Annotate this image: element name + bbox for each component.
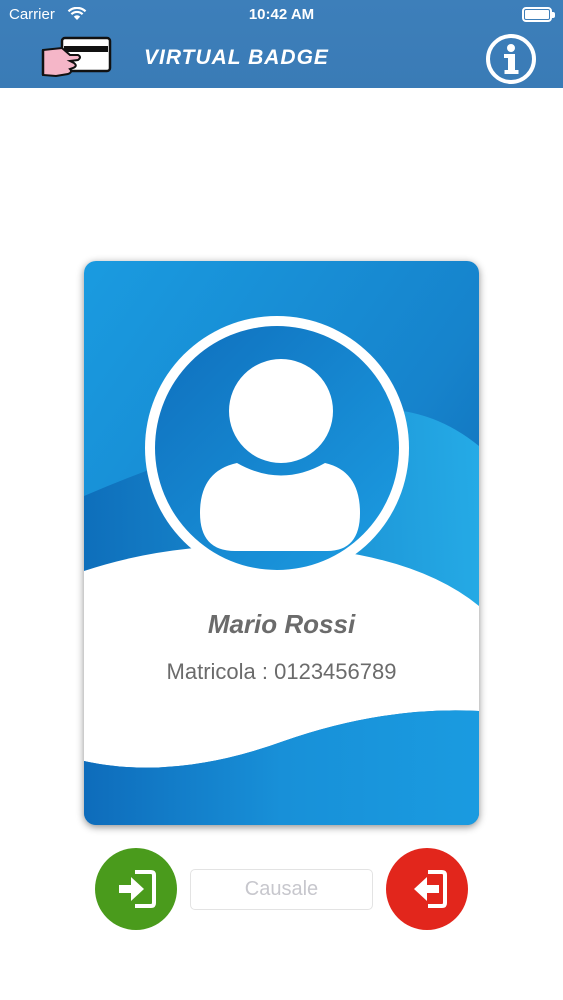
status-time: 10:42 AM [248,6,315,23]
info-button[interactable] [486,34,536,84]
exit-icon [414,870,447,908]
top-bar: Carrier 10:42 AM VIRTUAL BADGE [0,0,563,88]
badge-card: Mario Rossi Matricola : 0123456789 [84,261,479,825]
badge-holder-name: Mario Rossi [207,609,356,639]
status-bar: Carrier 10:42 AM [0,0,563,30]
info-icon [504,44,519,74]
reason-input[interactable] [190,869,373,910]
hand-card-icon [41,36,112,78]
check-in-button[interactable] [95,848,177,930]
app-title: VIRTUAL BADGE [144,46,329,69]
enter-icon [119,870,156,908]
battery-icon [522,7,555,22]
badge-employee-number: Matricola : 0123456789 [166,659,397,684]
check-out-button[interactable] [386,848,468,930]
user-silhouette-icon [145,316,409,580]
